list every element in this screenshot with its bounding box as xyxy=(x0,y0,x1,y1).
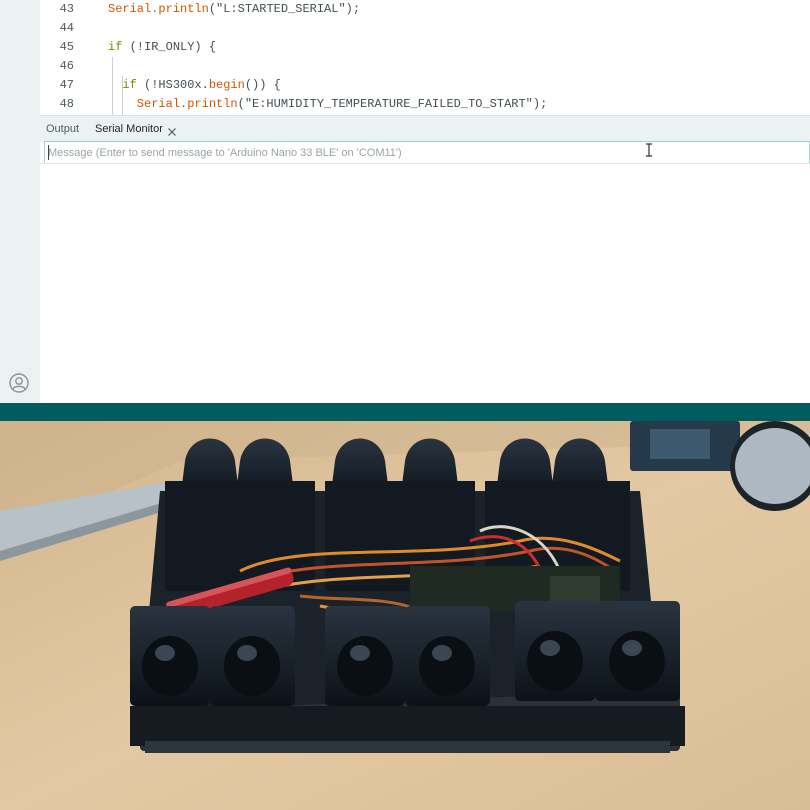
code-text: if (!IR_ONLY) { xyxy=(108,38,216,57)
code-token: (!HS300x. xyxy=(136,78,209,92)
tab-serial-monitor[interactable]: Serial Monitor xyxy=(95,116,163,142)
line-number: 43 xyxy=(59,2,74,16)
code-text: if (!HS300x.begin()) { xyxy=(108,76,281,95)
line-number: 47 xyxy=(59,78,74,92)
code-text: Serial.println("E:HUMIDITY_TEMPERATURE_F… xyxy=(108,95,547,114)
code-token: ("E:HUMIDITY_TEMPERATURE_FAILED_TO_START… xyxy=(237,97,548,111)
line-number: 45 xyxy=(59,40,74,54)
code-text: Serial.println("L:STARTED_SERIAL"); xyxy=(108,0,360,19)
code-token: (!IR_ONLY) { xyxy=(122,40,217,54)
code-token: if xyxy=(108,40,123,54)
code-token: begin xyxy=(208,78,245,92)
device-photo xyxy=(0,421,810,810)
arduino-ide-window: 43 Serial.println("L:STARTED_SERIAL"); 44 4… xyxy=(0,0,810,404)
code-line: 47 if (!HS300x.begin()) { xyxy=(40,76,810,95)
account-button[interactable] xyxy=(8,372,30,394)
serial-output-area[interactable] xyxy=(40,163,810,404)
bottom-panel-tabbar: Output Serial Monitor xyxy=(40,115,810,142)
tab-output[interactable]: Output xyxy=(46,116,79,142)
line-number: 44 xyxy=(59,21,74,35)
serial-message-input[interactable] xyxy=(48,142,788,163)
code-token: ()) { xyxy=(244,78,281,92)
code-line: 46 xyxy=(40,57,810,76)
indent-guide xyxy=(112,57,113,115)
close-serial-monitor-button[interactable] xyxy=(167,124,177,136)
sidebar-rail xyxy=(0,0,40,403)
indent-guide xyxy=(122,76,123,115)
code-line: 45 if (!IR_ONLY) { xyxy=(40,38,810,57)
text-caret xyxy=(48,145,49,160)
text-cursor-icon xyxy=(646,143,652,157)
line-number: 46 xyxy=(59,59,74,73)
code-line: 43 Serial.println("L:STARTED_SERIAL"); xyxy=(40,0,810,19)
code-token: ("L:STARTED_SERIAL"); xyxy=(208,2,361,16)
code-token: Serial.println xyxy=(108,97,238,111)
close-icon xyxy=(168,128,176,136)
window-status-strip xyxy=(0,403,810,421)
code-line: 44 xyxy=(40,19,810,38)
line-number: 48 xyxy=(59,97,74,111)
code-line: 48 Serial.println("E:HUMIDITY_TEMPERATUR… xyxy=(40,95,810,114)
account-icon xyxy=(9,373,29,393)
code-token: Serial.println xyxy=(108,2,209,16)
code-editor[interactable]: 43 Serial.println("L:STARTED_SERIAL"); 44 4… xyxy=(40,0,810,115)
serial-message-bar xyxy=(44,141,810,164)
